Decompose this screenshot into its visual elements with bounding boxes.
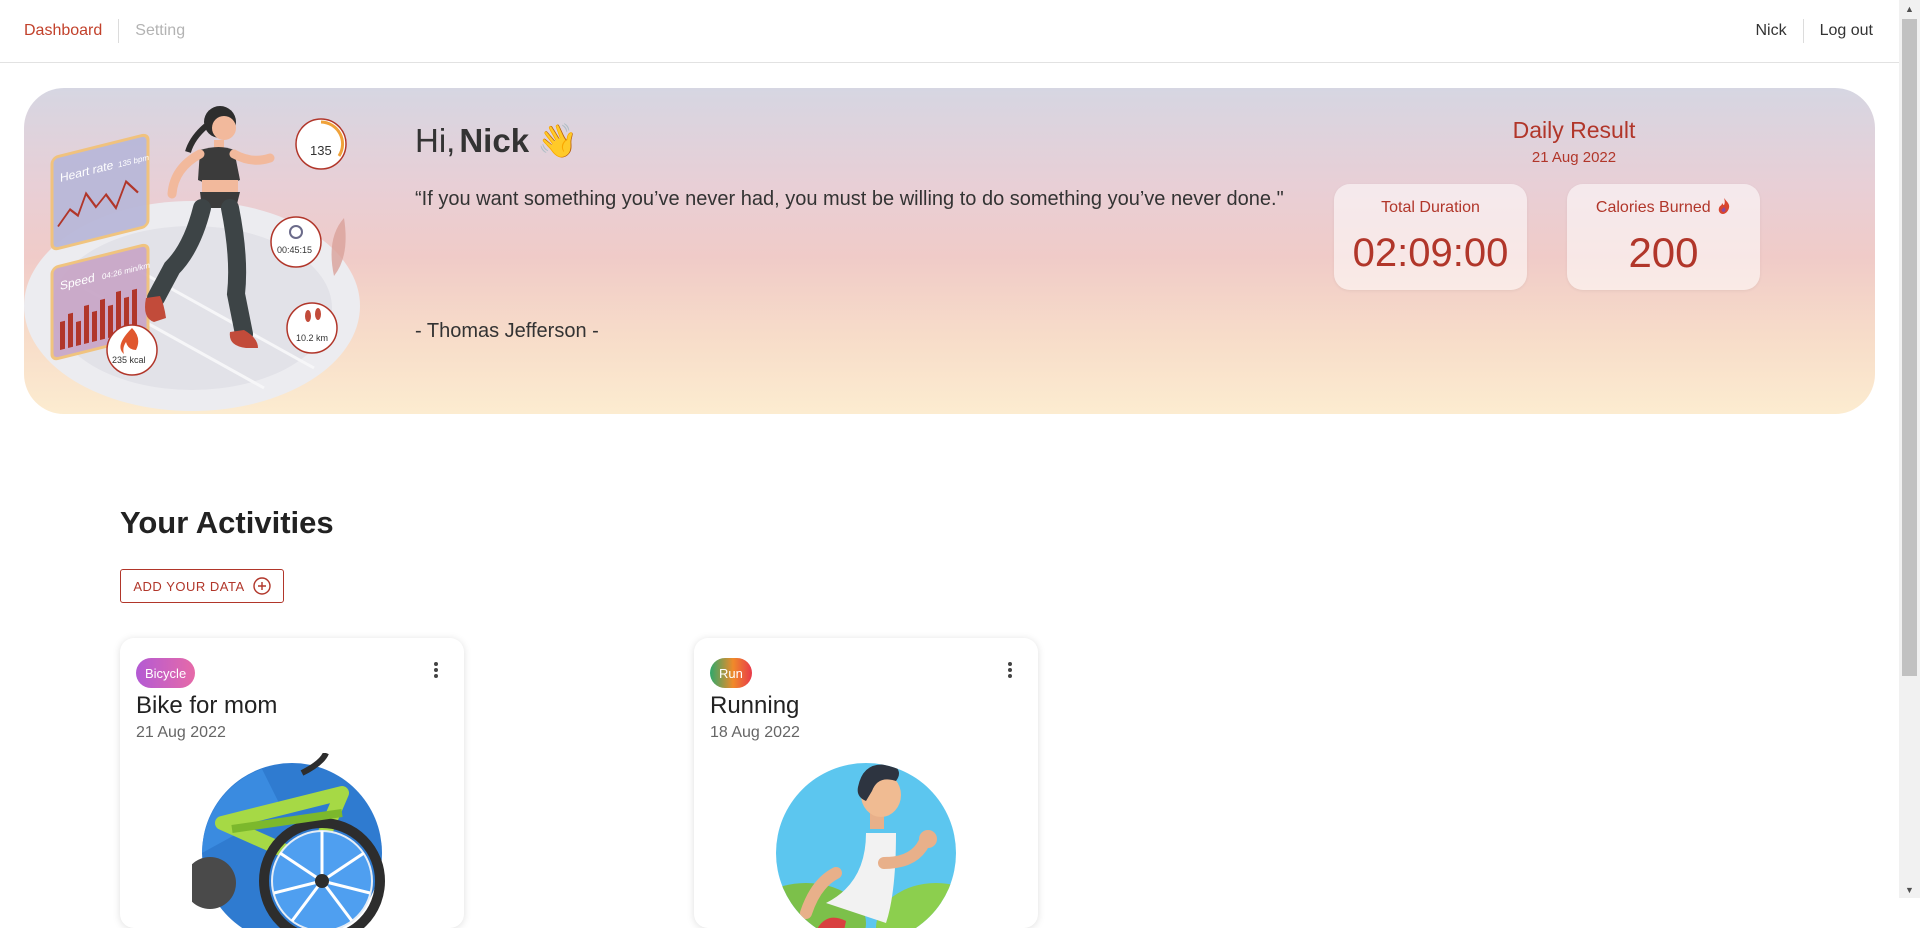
calories-burned-label: Calories Burned bbox=[1595, 199, 1711, 216]
greeting-prefix: Hi, bbox=[415, 122, 456, 159]
runner-illustration: Heart rate 135 bpm Speed 04:26 min/km 13… bbox=[24, 106, 360, 411]
activity-date: 21 Aug 2022 bbox=[136, 724, 226, 741]
total-duration-value: 02:09:00 bbox=[1352, 231, 1509, 275]
nav-setting-link[interactable]: Setting bbox=[119, 19, 201, 43]
activity-card[interactable]: Bicycle Bike for mom 21 Aug 2022 bbox=[120, 638, 464, 928]
calories-burned-label-row: Calories Burned bbox=[1567, 198, 1760, 218]
runner-avatar-illustration bbox=[776, 763, 956, 928]
scroll-down-arrow-icon[interactable]: ▼ bbox=[1899, 881, 1920, 898]
scrollbar-thumb[interactable] bbox=[1902, 19, 1917, 676]
calories-burned-value: 200 bbox=[1628, 229, 1699, 276]
total-duration-card: Total Duration 02:09:00 bbox=[1334, 184, 1527, 290]
more-options-icon[interactable] bbox=[1000, 660, 1020, 680]
bicycle-illustration bbox=[192, 753, 385, 928]
activity-title: Running bbox=[710, 692, 800, 719]
plus-circle-icon bbox=[252, 577, 271, 595]
top-navbar: Dashboard Setting Nick Log out bbox=[0, 0, 1899, 63]
logout-link[interactable]: Log out bbox=[1804, 19, 1873, 43]
nav-left-group: Dashboard Setting bbox=[24, 0, 201, 62]
heart-rate-ring-value: 135 bbox=[310, 143, 332, 158]
distance-value: 10.2 km bbox=[296, 333, 328, 343]
calories-bubble: 235 kcal bbox=[106, 324, 158, 376]
distance-bubble: 10.2 km bbox=[286, 302, 338, 354]
time-bubble: 00:45:15 bbox=[270, 216, 322, 268]
waving-hand-icon: 👋 bbox=[537, 121, 579, 159]
activity-date: 18 Aug 2022 bbox=[710, 724, 800, 741]
quote-author: - Thomas Jefferson - bbox=[415, 320, 599, 342]
motivational-quote: “If you want something you’ve never had,… bbox=[415, 188, 1284, 210]
scroll-up-arrow-icon[interactable]: ▲ bbox=[1899, 0, 1920, 17]
total-duration-label: Total Duration bbox=[1381, 199, 1480, 216]
daily-result-title: Daily Result bbox=[1512, 117, 1636, 143]
more-options-icon[interactable] bbox=[426, 660, 446, 680]
calories-value: 235 kcal bbox=[112, 355, 146, 365]
vertical-scrollbar[interactable]: ▲ ▼ bbox=[1899, 0, 1920, 898]
daily-result-date: 21 Aug 2022 bbox=[1531, 149, 1617, 166]
nav-right-group: Nick Log out bbox=[1740, 0, 1873, 62]
add-data-button[interactable]: ADD YOUR DATA bbox=[120, 569, 284, 603]
greeting: Hi, Nick 👋 bbox=[415, 116, 578, 166]
activity-title: Bike for mom bbox=[136, 692, 278, 719]
calories-burned-card: Calories Burned 200 bbox=[1567, 184, 1760, 290]
activity-card[interactable]: Run Running 18 Aug 2022 bbox=[694, 638, 1038, 928]
hero-banner: Heart rate 135 bpm Speed 04:26 min/km 13… bbox=[24, 88, 1875, 414]
time-value: 00:45:15 bbox=[277, 245, 312, 255]
nav-user-name[interactable]: Nick bbox=[1740, 19, 1803, 43]
activity-type-badge: Bicycle bbox=[136, 658, 196, 688]
heart-rate-bubble: 135 bbox=[295, 118, 347, 170]
nav-dashboard-link[interactable]: Dashboard bbox=[24, 19, 118, 43]
activities-heading: Your Activities bbox=[120, 505, 334, 540]
add-data-button-label: ADD YOUR DATA bbox=[133, 578, 245, 594]
activity-type-badge: Run bbox=[710, 658, 752, 688]
fire-icon bbox=[1718, 198, 1730, 214]
greeting-name: Nick bbox=[459, 122, 530, 159]
